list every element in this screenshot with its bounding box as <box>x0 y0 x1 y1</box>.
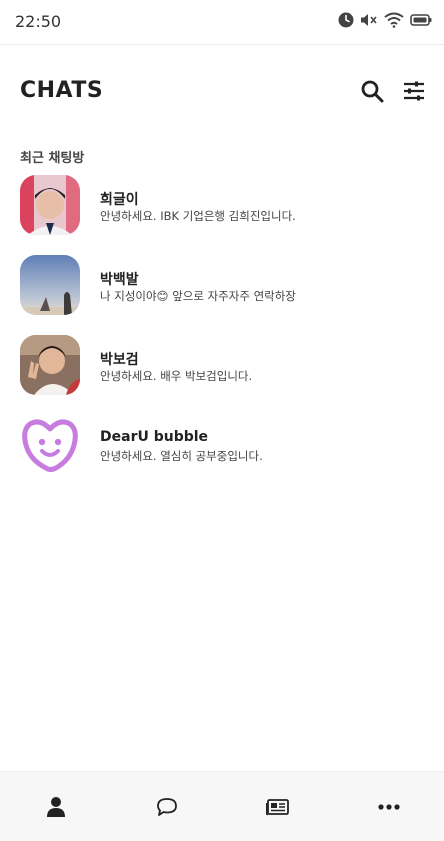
battery-icon <box>410 13 432 27</box>
nav-news[interactable] <box>222 772 333 841</box>
section-title: 최근 채팅방 <box>20 151 85 166</box>
chat-name: 박보검 <box>100 352 139 368</box>
avatar <box>20 255 80 315</box>
news-icon <box>265 798 289 815</box>
search-icon <box>361 80 384 103</box>
header: CHATS <box>0 45 444 137</box>
clock-icon <box>338 12 354 28</box>
status-bar: 22:50 <box>0 0 444 45</box>
chat-preview: 안녕하세요. 열심히 공부중입니다. <box>100 449 263 463</box>
chat-preview: 안녕하세요. IBK 기업은행 김희진입니다. <box>100 209 296 223</box>
chat-preview: 나 지성이야😊 앞으로 자주자주 연락하장 <box>100 289 296 303</box>
chat-item[interactable]: DearU bubble 안녕하세요. 열심히 공부중입니다. <box>0 415 444 495</box>
avatar <box>20 335 80 395</box>
nav-chats[interactable] <box>111 772 222 841</box>
bubble-logo-icon <box>22 419 78 472</box>
avatar <box>20 175 80 235</box>
filter-sliders-icon <box>404 81 424 101</box>
mute-icon <box>360 12 378 28</box>
chat-name: DearU bubble <box>100 429 209 445</box>
avatar <box>20 415 80 475</box>
chat-item[interactable]: 박백발 나 지성이야😊 앞으로 자주자주 연락하장 <box>0 255 444 335</box>
chat-item[interactable]: 박보검 안녕하세요. 배우 박보검입니다. <box>0 335 444 415</box>
status-icons <box>338 12 432 28</box>
nav-more[interactable] <box>333 772 444 841</box>
chat-preview: 안녕하세요. 배우 박보검입니다. <box>100 369 253 383</box>
chat-item[interactable]: 희글이 안녕하세요. IBK 기업은행 김희진입니다. <box>0 175 444 255</box>
page-title: CHATS <box>20 78 104 103</box>
more-icon <box>377 803 400 810</box>
chat-list: 희글이 안녕하세요. IBK 기업은행 김희진입니다. 박백발 나 지성이야😊 … <box>0 175 444 495</box>
filter-button[interactable] <box>400 77 428 105</box>
status-time: 22:50 <box>15 12 62 31</box>
chat-bubble-icon <box>156 797 177 816</box>
person-icon <box>46 796 65 817</box>
bottom-nav <box>0 771 444 841</box>
chat-name: 희글이 <box>100 192 139 208</box>
search-button[interactable] <box>358 77 386 105</box>
wifi-icon <box>384 12 404 28</box>
chat-name: 박백발 <box>100 272 139 288</box>
nav-friends[interactable] <box>0 772 111 841</box>
